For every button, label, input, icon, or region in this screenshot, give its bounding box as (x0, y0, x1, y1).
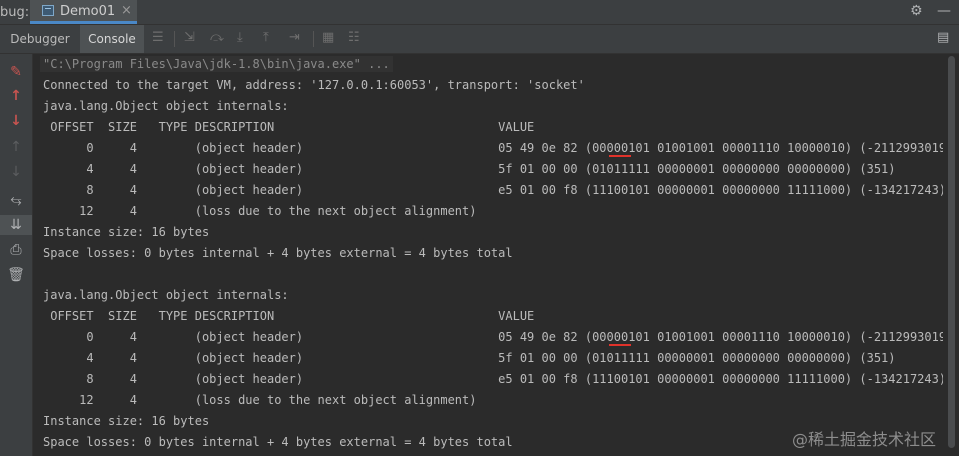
gear-icon[interactable]: ⚙ (910, 3, 923, 19)
down-arrow-disabled-icon: ↓ (10, 164, 22, 180)
console-window-icon (42, 5, 54, 16)
trash-icon[interactable]: 🗑 (0, 267, 32, 283)
minimize-icon[interactable]: — (937, 3, 951, 19)
console-line: 8 4 (object header) e5 01 00 f8 (1110010… (43, 183, 943, 197)
console-line: Connected to the target VM, address: '12… (43, 78, 585, 92)
menu-icon[interactable]: ☰ (152, 31, 164, 45)
up-arrow-icon[interactable]: ↑ (0, 88, 32, 104)
console-line: OFFSET SIZE TYPE DESCRIPTION VALUE (43, 120, 535, 134)
console-line: java.lang.Object object internals: (43, 288, 289, 302)
console-line: 4 4 (object header) 5f 01 00 00 (0101111… (43, 162, 896, 176)
print-icon[interactable]: ⎙ (0, 242, 32, 258)
evaluate-expression-icon[interactable]: ▦ (322, 31, 334, 45)
tab-debugger[interactable]: Debugger (0, 25, 80, 53)
console-side-toolbar: ✎ ↑ ↓ ↑ ↓ ⥃ ⇊ ⎙ 🗑 (0, 54, 33, 456)
console-line: Space losses: 0 bytes internal + 4 bytes… (43, 246, 513, 260)
down-arrow-icon[interactable]: ↓ (0, 113, 32, 129)
console-output[interactable]: "C:\Program Files\Java\jdk-1.8\bin\java.… (33, 54, 943, 456)
tab-console[interactable]: Console (80, 25, 144, 53)
debug-tool-window-header: bug: Demo01 × ⚙ — (0, 0, 959, 25)
step-over-icon[interactable]: ⤼ (210, 31, 224, 45)
console-line: Instance size: 16 bytes (43, 414, 210, 428)
console-line: OFFSET SIZE TYPE DESCRIPTION VALUE (43, 309, 535, 323)
up-arrow-disabled-icon: ↑ (10, 139, 22, 155)
red-underline-mark (609, 344, 631, 346)
toolbar-separator (313, 31, 314, 47)
scroll-to-end-icon[interactable]: ⇊ (0, 215, 32, 235)
step-into-icon[interactable]: ⤓ (237, 31, 243, 45)
watermark: @稀土掘金技术社区 (792, 430, 937, 449)
close-icon[interactable]: × (121, 3, 132, 18)
console-line: 12 4 (loss due to the next object alignm… (43, 393, 477, 407)
soft-wrap-icon[interactable]: ⥃ (0, 192, 32, 208)
console-line: 0 4 (object header) 05 49 0e 82 (0000010… (43, 330, 943, 344)
console-line: 4 4 (object header) 5f 01 00 00 (0101111… (43, 351, 896, 365)
vertical-scrollbar[interactable] (944, 54, 959, 456)
clear-breakpoint-icon[interactable]: ✎ (0, 64, 32, 80)
red-underline-mark (609, 155, 631, 157)
layout-icon[interactable]: ▤ (937, 31, 949, 45)
console-line: 12 4 (loss due to the next object alignm… (43, 204, 477, 218)
run-tab-demo01[interactable]: Demo01 × (30, 0, 137, 24)
console-line: Instance size: 16 bytes (43, 225, 210, 239)
run-to-cursor-icon[interactable]: ⇥ (289, 31, 300, 45)
console-line-command: "C:\Program Files\Java\jdk-1.8\bin\java.… (40, 56, 393, 72)
console-line: 0 4 (object header) 05 49 0e 82 (0000010… (43, 141, 943, 155)
run-tab-label: Demo01 (60, 4, 116, 19)
toolbar-separator (174, 31, 175, 47)
show-execution-point-icon[interactable]: ⇲ (184, 31, 195, 45)
console-line: Space losses: 0 bytes internal + 4 bytes… (43, 435, 513, 449)
debug-toolbar: Debugger Console ☰ ⇲ ⤼ ⤓ ⤒ ⇥ ▦ ☷ ▤ (0, 25, 959, 54)
trace-icon[interactable]: ☷ (348, 31, 360, 45)
scrollbar-thumb[interactable] (948, 56, 955, 448)
step-out-icon[interactable]: ⤒ (263, 31, 269, 45)
console-line: java.lang.Object object internals: (43, 99, 289, 113)
debug-label: bug: (0, 5, 30, 20)
console-line: 8 4 (object header) e5 01 00 f8 (1110010… (43, 372, 943, 386)
